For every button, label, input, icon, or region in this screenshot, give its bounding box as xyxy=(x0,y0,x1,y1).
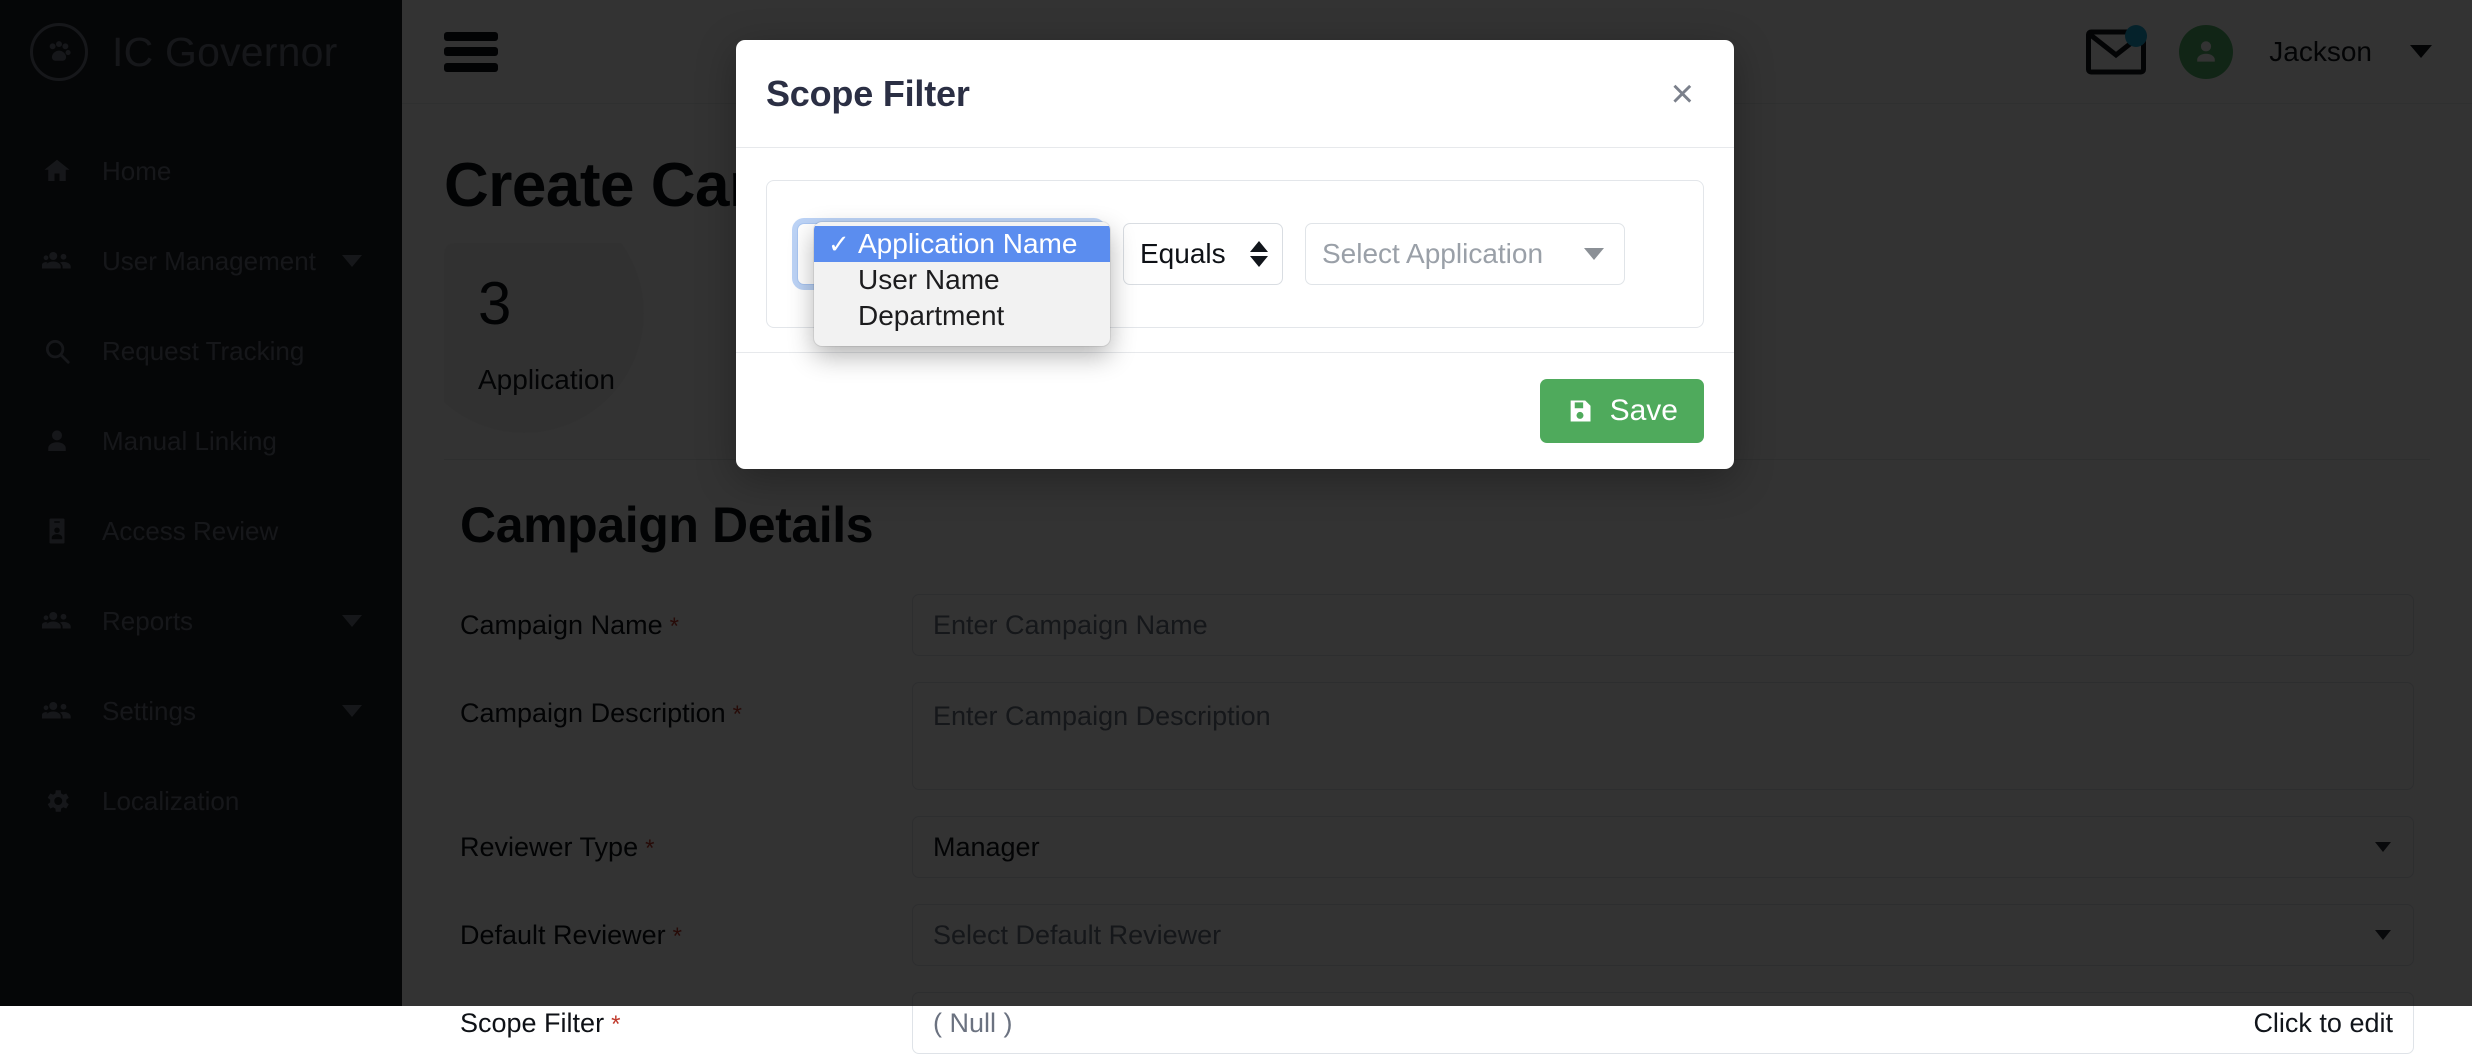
scope-filter-edit-link[interactable]: Click to edit xyxy=(2253,1008,2393,1039)
chevron-down-icon xyxy=(1584,248,1604,260)
check-icon: ✓ xyxy=(828,229,858,260)
check-icon-placeholder xyxy=(828,265,858,296)
option-user-name[interactable]: User Name xyxy=(814,262,1110,298)
filter-operator-value: Equals xyxy=(1140,238,1226,270)
field-label-text: Scope Filter xyxy=(460,1008,604,1038)
filter-value-placeholder: Select Application xyxy=(1322,238,1543,270)
option-label: User Name xyxy=(858,264,1000,296)
option-label: Department xyxy=(858,300,1004,332)
required-asterisk: * xyxy=(611,1011,620,1038)
modal-title: Scope Filter xyxy=(766,73,970,115)
stepper-icon xyxy=(1250,241,1268,267)
option-application-name[interactable]: ✓ Application Name xyxy=(814,226,1110,262)
close-icon[interactable]: × xyxy=(1667,74,1698,114)
save-button[interactable]: Save xyxy=(1540,379,1704,443)
check-icon-placeholder xyxy=(828,301,858,332)
option-label: Application Name xyxy=(858,228,1077,260)
modal-footer: Save xyxy=(736,352,1734,469)
floppy-disk-icon xyxy=(1566,397,1594,425)
scope-filter-value: ( Null ) xyxy=(933,1008,2253,1039)
attribute-options-popup[interactable]: ✓ Application Name User Name Department xyxy=(814,222,1110,346)
save-button-label: Save xyxy=(1610,394,1678,428)
modal-header: Scope Filter × xyxy=(736,40,1734,148)
filter-value-select[interactable]: Select Application xyxy=(1305,223,1625,285)
option-department[interactable]: Department xyxy=(814,298,1110,334)
filter-operator-select[interactable]: Equals xyxy=(1123,223,1283,285)
